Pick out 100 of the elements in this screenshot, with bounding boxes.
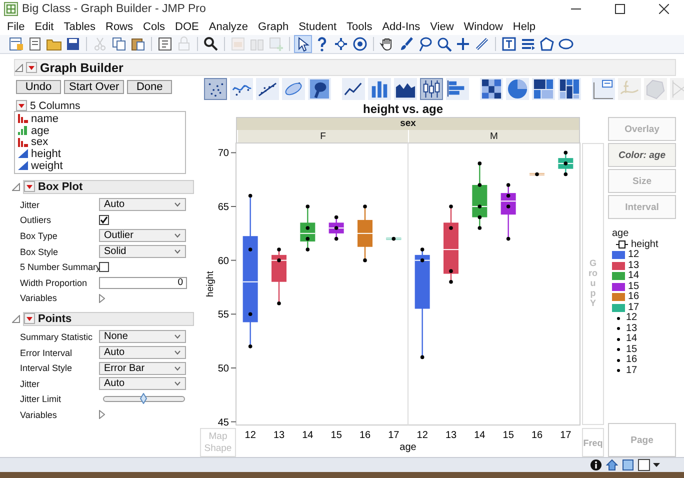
menu-item[interactable]: Edit — [30, 20, 59, 32]
collapse-icon[interactable] — [12, 182, 20, 190]
ellipse-icon[interactable] — [558, 36, 574, 52]
slider[interactable] — [103, 396, 185, 402]
ruler-icon[interactable] — [474, 36, 490, 52]
column-name[interactable]: name — [31, 112, 59, 125]
x-tick-label: 14 — [302, 430, 314, 441]
menu-icon[interactable] — [16, 100, 27, 111]
caret-icon — [174, 334, 181, 340]
toolbar-button[interactable]: Start Over — [64, 80, 124, 94]
dropdown[interactable]: Auto — [99, 346, 186, 360]
home-icon[interactable] — [606, 459, 618, 471]
menu-icon[interactable] — [24, 313, 35, 324]
column-name[interactable]: weight — [31, 160, 63, 172]
menu-item[interactable]: Analyze — [204, 20, 254, 32]
menu-icon[interactable] — [26, 62, 37, 73]
target-icon[interactable] — [352, 36, 368, 52]
column-name[interactable]: sex — [31, 136, 48, 148]
data-point — [478, 215, 482, 220]
menu-item[interactable]: Add-Ins — [377, 20, 426, 32]
axis-title: age — [400, 442, 416, 453]
dropdown[interactable]: Outlier — [99, 229, 186, 242]
checkbox[interactable] — [99, 262, 109, 272]
arrow-pointer-icon[interactable] — [295, 36, 311, 52]
column-name[interactable]: height — [31, 148, 61, 160]
new-table-icon[interactable] — [8, 36, 24, 52]
slider-thumb[interactable] — [140, 393, 147, 404]
dropdown[interactable]: None — [99, 330, 186, 344]
histogram-element-button[interactable] — [446, 78, 469, 100]
dropdown[interactable]: Auto — [99, 377, 186, 390]
box-plot-element-button[interactable] — [420, 78, 443, 100]
x-tick-label: 12 — [244, 430, 256, 441]
data-point — [564, 150, 568, 155]
area-element-button[interactable] — [394, 78, 417, 100]
zoom-icon[interactable] — [436, 36, 452, 52]
data-point — [449, 226, 453, 230]
drop-zone[interactable]: Color: age — [608, 143, 676, 167]
lasso-icon[interactable] — [417, 36, 433, 52]
panel-title: Graph Builder — [40, 60, 124, 74]
copy-icon[interactable] — [111, 36, 127, 52]
menu-item[interactable]: File — [2, 20, 30, 32]
contour-element-button[interactable] — [308, 78, 331, 100]
bars-icon — [18, 114, 28, 124]
menu-item[interactable]: Student — [294, 20, 342, 32]
caret-icon — [174, 249, 181, 254]
menu-item[interactable]: Cols — [138, 20, 170, 32]
column-name[interactable]: age — [31, 124, 50, 137]
collapse-icon[interactable] — [12, 314, 20, 323]
section-title: Points — [38, 312, 72, 325]
legend-label: 13 — [626, 324, 638, 334]
menu-item[interactable]: Help — [508, 20, 541, 32]
menu-item[interactable]: Rows — [100, 20, 138, 32]
group-header: sex — [237, 118, 579, 130]
lines-icon[interactable] — [520, 36, 536, 52]
disclosure-icon[interactable] — [99, 410, 105, 420]
line-element-button[interactable] — [342, 78, 365, 100]
treemap-element-button[interactable] — [532, 78, 555, 100]
y-tick-label: 50 — [218, 363, 229, 374]
bar-element-button[interactable] — [368, 78, 391, 100]
menu-item[interactable]: Tables — [58, 20, 100, 32]
brush-icon[interactable] — [398, 36, 414, 52]
search-icon[interactable] — [203, 36, 219, 52]
menu-item[interactable]: View — [425, 20, 459, 32]
points-element-button[interactable] — [204, 78, 227, 100]
data-point — [506, 204, 510, 208]
disclosure-icon[interactable] — [99, 294, 105, 303]
toolbar-button[interactable]: Undo — [16, 80, 61, 94]
line-of-fit-element-button[interactable] — [256, 78, 279, 100]
menu-item[interactable]: Window — [458, 20, 508, 32]
checkbox[interactable] — [99, 215, 109, 226]
info-icon[interactable] — [590, 459, 602, 471]
menu-item[interactable]: Graph — [253, 20, 294, 32]
dropdown[interactable]: Solid — [99, 245, 186, 258]
number-field[interactable]: 0 — [99, 276, 187, 289]
dropdown[interactable]: Error Bar — [99, 362, 186, 375]
smoother-element-button[interactable] — [230, 78, 253, 100]
menu-item[interactable]: Tools — [342, 20, 378, 32]
legend-label: 17 — [626, 366, 638, 376]
new-script-icon[interactable] — [27, 36, 43, 52]
plus-icon[interactable] — [455, 36, 471, 52]
window-list-dropdown[interactable] — [638, 459, 662, 471]
collapse-icon[interactable] — [15, 64, 23, 72]
menu-item[interactable]: DOE — [170, 20, 204, 32]
mosaic-element-button[interactable] — [558, 78, 581, 100]
polygon-icon[interactable] — [539, 36, 555, 52]
text-box-icon[interactable] — [501, 36, 517, 52]
window-icon[interactable] — [622, 459, 634, 471]
dropdown[interactable]: Auto — [99, 198, 186, 212]
pie-element-button[interactable] — [506, 78, 529, 100]
data-point — [277, 248, 281, 252]
ellipse-element-button[interactable] — [282, 78, 305, 100]
y-tick — [230, 314, 236, 315]
script-window-icon[interactable] — [157, 36, 173, 52]
crosshair-icon[interactable] — [333, 36, 349, 52]
caption-box-element-button[interactable] — [592, 78, 615, 100]
toolbar-button[interactable]: Done — [127, 80, 172, 94]
paste-icon[interactable] — [130, 36, 146, 52]
option-label: Jitter — [20, 378, 41, 389]
menu-icon[interactable] — [24, 181, 35, 192]
heatmap-element-button[interactable] — [480, 78, 503, 100]
